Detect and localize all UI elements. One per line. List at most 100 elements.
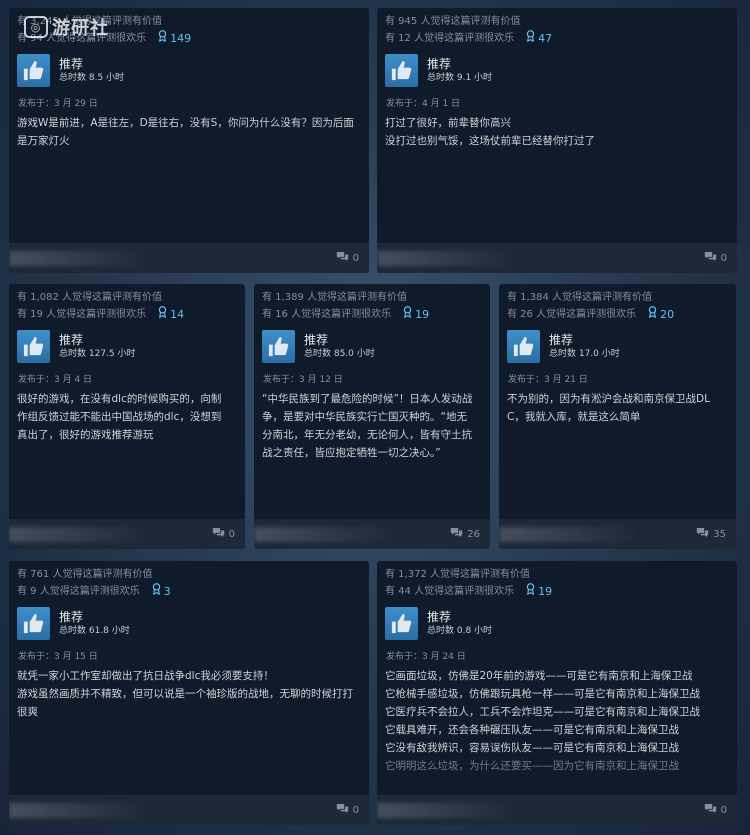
review-body-line: 它载具难开，还会各种碾压队友——可是它有南京和上海保卫战	[385, 724, 679, 736]
award-count: 20	[660, 307, 675, 321]
award-count: 47	[538, 31, 553, 45]
award-badge[interactable]: 47	[526, 30, 552, 47]
review-card: 有 945 人觉得这篇评测有价值 有 12 人觉得这篇评测很欢乐 47 推荐 总…	[377, 8, 737, 273]
thumbs-up-icon	[17, 607, 50, 640]
recommend-title[interactable]: 推荐	[549, 332, 620, 348]
comment-count: 0	[720, 252, 727, 264]
comment-button[interactable]: 26	[450, 527, 480, 541]
comment-count: 35	[713, 528, 726, 540]
comment-button[interactable]: 0	[336, 251, 359, 265]
playtime-hours: 总时数 0.8 小时	[427, 626, 493, 636]
review-body-line: 打过了很好，前辈替你高兴	[385, 117, 511, 129]
playtime-hours: 总时数 9.1 小时	[427, 73, 493, 83]
review-body-line: 游戏虽然画质并不精致，但可以说是一个袖珍版的战地，无聊的时候打打很爽	[17, 688, 353, 718]
award-count: 19	[538, 584, 553, 598]
blurred-author	[9, 251, 149, 266]
helpful-count: 有 945 人觉得这篇评测有价值	[385, 16, 521, 27]
review-card: 有 1,389 人觉得这篇评测有价值 有 16 人觉得这篇评测很欢乐 19 推荐…	[254, 284, 490, 549]
recommend-title[interactable]: 推荐	[427, 56, 492, 72]
review-footer: 0	[9, 243, 369, 273]
award-badge[interactable]: 14	[158, 306, 184, 323]
thumbs-up-icon	[17, 330, 50, 363]
watermark-text: 游研社	[52, 18, 109, 39]
review-body: “中华民族到了最危险的时候”！日本人发动战争，是要对中华民族实行亡国灭种的。“地…	[262, 390, 482, 462]
comment-button[interactable]: 0	[704, 251, 727, 265]
helpful-count: 有 1,389 人觉得这篇评测有价值	[262, 292, 407, 303]
comment-button[interactable]: 0	[704, 803, 727, 817]
gamepad-icon: ◎	[24, 16, 48, 38]
recommend-title[interactable]: 推荐	[427, 609, 492, 625]
award-ribbon-icon	[403, 306, 412, 323]
review-body: 不为别的，因为有淞沪会战和南京保卫战DLC，我就入库，就是这么简单	[507, 390, 728, 426]
award-badge[interactable]: 3	[152, 583, 171, 600]
review-body-line: “中华民族到了最危险的时候”！日本人发动战争，是要对中华民族实行亡国灭种的。“地…	[262, 393, 473, 459]
comment-count: 0	[352, 804, 359, 816]
thumbs-up-icon	[262, 330, 295, 363]
award-ribbon-icon	[152, 583, 161, 600]
posted-date: 发布于：3 月 12 日	[263, 375, 343, 385]
blurred-author	[377, 803, 517, 818]
comment-bubble-icon	[704, 251, 717, 265]
review-footer: 0	[377, 795, 737, 825]
comment-bubble-icon	[696, 527, 709, 541]
award-badge[interactable]: 20	[648, 306, 674, 323]
playtime-hours: 总时数 85.0 小时	[304, 349, 375, 359]
award-count: 14	[170, 307, 185, 321]
comment-button[interactable]: 35	[696, 527, 726, 541]
playtime-hours: 总时数 61.8 小时	[59, 626, 130, 636]
thumbs-up-icon	[507, 330, 540, 363]
review-card: 有 1,384 人觉得这篇评测有价值 有 26 人觉得这篇评测很欢乐 20 推荐…	[499, 284, 736, 549]
review-body-line: 游戏W是前进，A是往左，D是往右，没有S，你问为什么没有？因为后面是万家灯火	[17, 117, 354, 147]
comment-count: 26	[467, 528, 480, 540]
review-card: 有 1,372 人觉得这篇评测有价值 有 44 人觉得这篇评测很欢乐 19 推荐…	[377, 561, 737, 825]
blurred-author	[9, 803, 149, 818]
review-body: 就凭一家小工作室却做出了抗日战争dlc我必须要支持！ 游戏虽然画质并不精致，但可以…	[17, 667, 361, 721]
comment-bubble-icon	[336, 251, 349, 265]
playtime-hours: 总时数 127.5 小时	[59, 349, 136, 359]
posted-date: 发布于：3 月 21 日	[508, 375, 588, 385]
funny-count: 有 9 人觉得这篇评测很欢乐	[17, 585, 140, 597]
review-body-line: 它没有敌我辨识，容易误伤队友——可是它有南京和上海保卫战	[385, 742, 679, 754]
recommend-title[interactable]: 推荐	[304, 332, 375, 348]
review-body-line: 就凭一家小工作室却做出了抗日战争dlc我必须要支持！	[17, 670, 274, 682]
award-ribbon-icon	[526, 583, 535, 600]
comment-count: 0	[352, 252, 359, 264]
review-footer: 26	[254, 519, 490, 549]
review-body-line: 它明明这么垃圾，为什么还要买——因为它有南京和上海保卫战	[385, 760, 679, 772]
funny-count: 有 12 人觉得这篇评测很欢乐	[385, 32, 515, 44]
award-ribbon-icon	[526, 30, 535, 47]
comment-button[interactable]: 0	[336, 803, 359, 817]
award-count: 3	[163, 584, 171, 598]
blurred-author	[499, 527, 639, 542]
award-ribbon-icon	[648, 306, 657, 323]
review-body-line: 它医疗兵不会拉人，工兵不会炸坦克——可是它有南京和上海保卫战	[385, 706, 700, 718]
blurred-author	[9, 527, 149, 542]
award-badge[interactable]: 149	[158, 30, 191, 47]
comment-bubble-icon	[450, 527, 463, 541]
funny-count: 有 44 人觉得这篇评测很欢乐	[385, 585, 515, 597]
review-body-line: 不为别的，因为有淞沪会战和南京保卫战DLC，我就入库，就是这么简单	[507, 393, 710, 423]
blurred-author	[254, 527, 394, 542]
thumbs-up-icon	[385, 54, 418, 87]
funny-count: 有 19 人觉得这篇评测很欢乐	[17, 308, 147, 320]
comment-bubble-icon	[212, 527, 225, 541]
review-footer: 0	[9, 795, 369, 825]
posted-date: 发布于：3 月 4 日	[18, 375, 93, 385]
helpful-count: 有 1,384 人觉得这篇评测有价值	[507, 292, 652, 303]
recommend-title[interactable]: 推荐	[59, 56, 124, 72]
award-ribbon-icon	[158, 30, 167, 47]
thumbs-up-icon	[17, 54, 50, 87]
recommend-title[interactable]: 推荐	[59, 609, 130, 625]
recommend-title[interactable]: 推荐	[59, 332, 136, 348]
watermark-logo: ◎ 游研社	[24, 14, 109, 40]
comment-button[interactable]: 0	[212, 527, 235, 541]
comment-count: 0	[720, 804, 727, 816]
review-body-line: 没打过也别气馁，这场仗前辈已经替你打过了	[385, 135, 595, 147]
award-badge[interactable]: 19	[526, 583, 552, 600]
review-card: 有 761 人觉得这篇评测有价值 有 9 人觉得这篇评测很欢乐 3 推荐 总时数…	[9, 561, 369, 825]
review-body-line: 它画面垃圾，仿佛是20年前的游戏——可是它有南京和上海保卫战	[385, 670, 693, 682]
posted-date: 发布于：3 月 24 日	[386, 652, 466, 662]
award-badge[interactable]: 19	[403, 306, 429, 323]
playtime-hours: 总时数 8.5 小时	[59, 73, 125, 83]
review-body: 它画面垃圾，仿佛是20年前的游戏——可是它有南京和上海保卫战 它枪械手感垃圾，仿佛…	[385, 667, 729, 775]
